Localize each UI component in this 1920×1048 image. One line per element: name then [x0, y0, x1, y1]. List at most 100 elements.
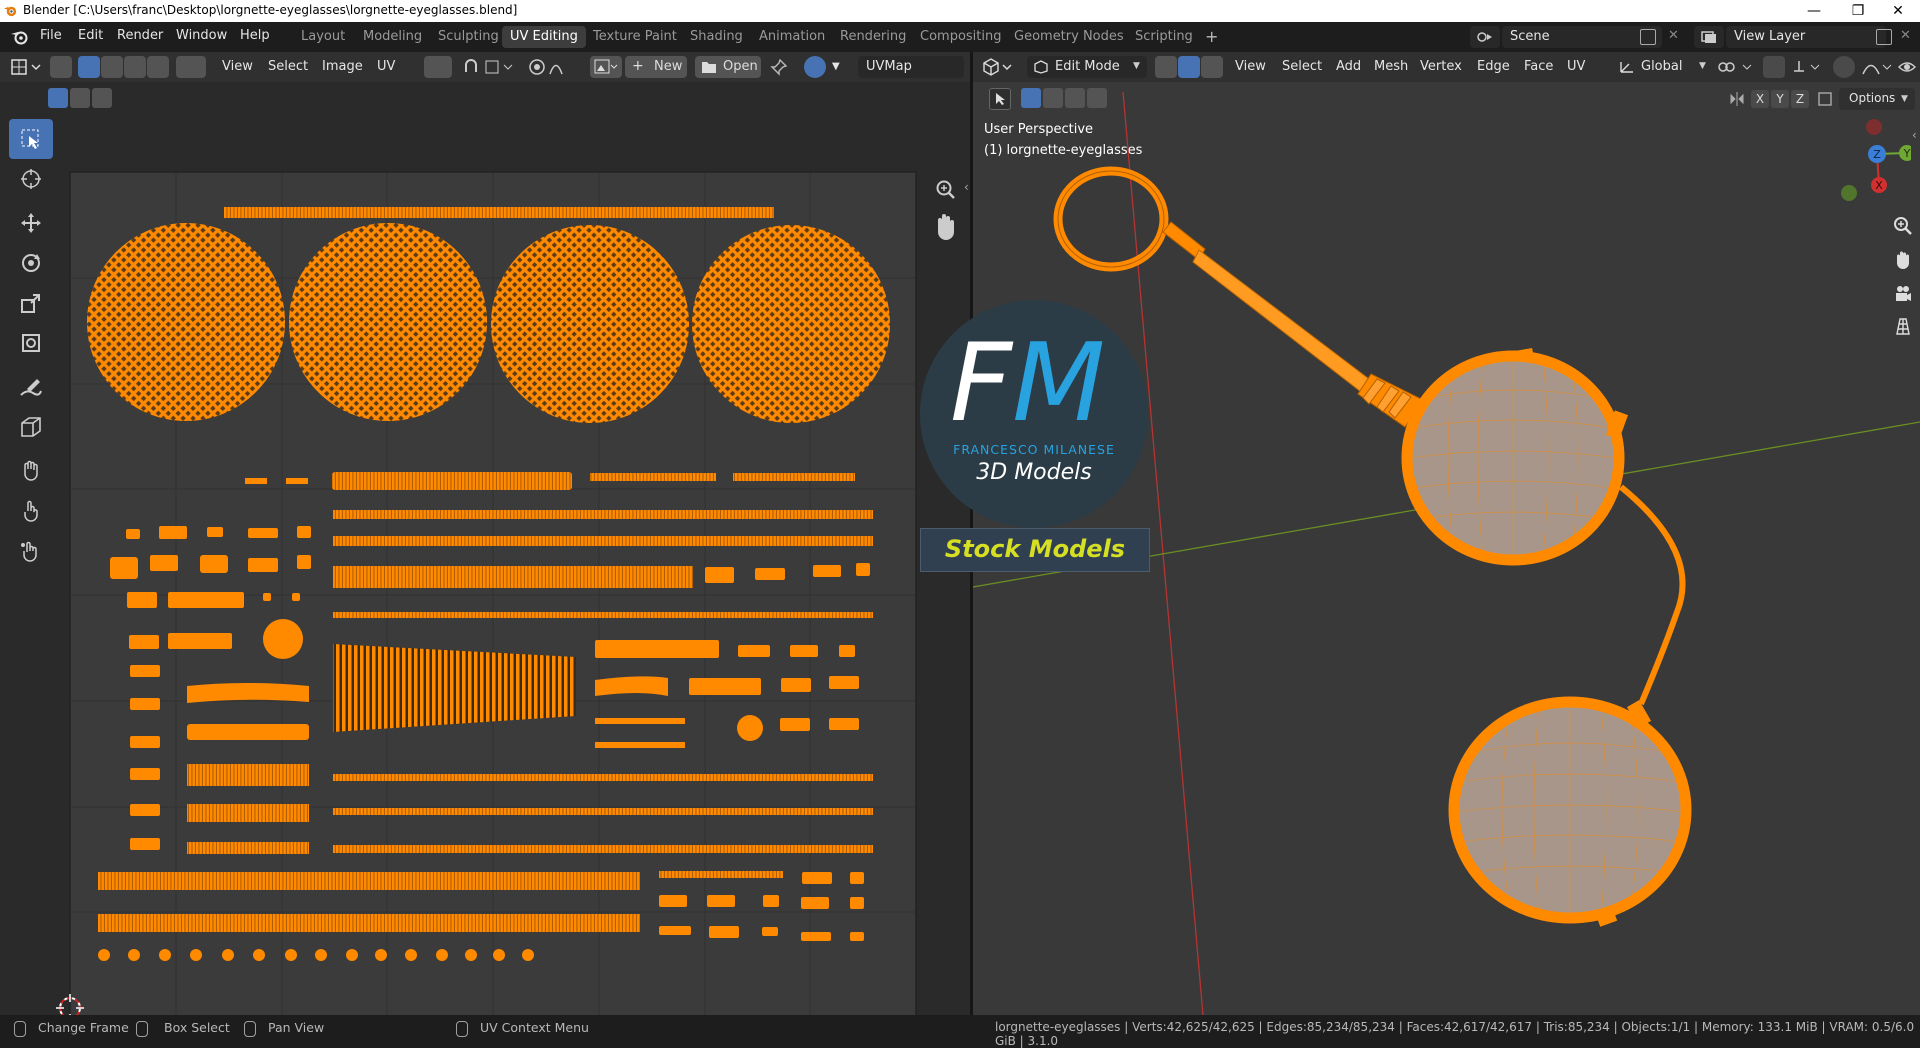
overlays-dropdown-icon[interactable]: ▼ [832, 61, 840, 72]
watermark-band: Stock Models [920, 528, 1150, 572]
scene-icon [1477, 32, 1492, 42]
tab-rendering[interactable]: Rendering [832, 26, 914, 48]
mouse-context-icon [456, 1021, 468, 1037]
3d-snap-toggle[interactable] [1763, 56, 1785, 78]
status-pan-view: Pan View [268, 1020, 325, 1035]
uvmap-field[interactable]: UVMap [858, 56, 964, 78]
falloff-icon[interactable] [1861, 57, 1895, 77]
menu-help[interactable]: Help [240, 28, 270, 43]
menu-render[interactable]: Render [117, 28, 163, 43]
snap-target-icon[interactable] [1791, 57, 1827, 77]
3d-menu-vertex[interactable]: Vertex [1420, 59, 1462, 74]
gizmo-neg-x-icon[interactable] [1866, 119, 1882, 135]
menu-window[interactable]: Window [176, 28, 227, 43]
pivot-icon[interactable] [1715, 57, 1761, 77]
navigation-gizmo[interactable]: Z Y X [1815, 118, 1911, 208]
visibility-icon[interactable] [1897, 57, 1917, 77]
blender-menu-icon[interactable] [10, 29, 28, 45]
pin-icon[interactable] [770, 58, 788, 76]
uv-menu-uv[interactable]: UV [377, 59, 395, 74]
region-toggle-icon[interactable]: ‹ [964, 180, 969, 194]
3d-menu-face[interactable]: Face [1524, 59, 1553, 74]
proportional-editing-icon[interactable] [528, 57, 578, 77]
watermark-tagline: 3D Models [976, 460, 1092, 485]
add-workspace-button[interactable]: + [1197, 26, 1226, 48]
window-titlebar: Blender [C:\Users\franc\Desktop\lorgnett… [0, 0, 1920, 22]
view-layer-browse-button[interactable] [1694, 26, 1724, 48]
lorgnette-small-ring [1053, 166, 1169, 272]
scene-browse-button[interactable] [1470, 26, 1500, 48]
zoom-icon[interactable] [1893, 216, 1913, 236]
new-image-button[interactable]: + New [625, 56, 687, 78]
uv-island-lens-disc [491, 225, 689, 423]
maximize-button[interactable]: ❐ [1836, 0, 1880, 22]
close-button[interactable]: ✕ [1876, 0, 1920, 22]
uv-overlays-button[interactable] [804, 56, 826, 78]
status-bar: Change Frame Box Select Pan View UV Cont… [0, 1015, 1920, 1048]
gizmo-x-label: X [1875, 179, 1883, 192]
uv-menu-view[interactable]: View [222, 59, 253, 74]
perspective-grid-icon[interactable] [1893, 316, 1913, 336]
edit-mode-icon [1034, 60, 1048, 74]
sync-selection-icon[interactable] [50, 56, 72, 78]
mode-label: Edit Mode [1055, 59, 1120, 74]
uv-canvas[interactable]: ‹ [0, 82, 970, 1015]
tab-modeling[interactable]: Modeling [355, 26, 430, 48]
tab-layout[interactable]: Layout [293, 26, 353, 48]
image-browse-button[interactable] [590, 56, 622, 78]
view-layer-field[interactable]: View Layer [1726, 26, 1886, 48]
tab-geometry-nodes[interactable]: Geometry Nodes [1006, 26, 1132, 48]
snap-icon[interactable] [460, 57, 520, 77]
pan-hand-icon[interactable] [1893, 250, 1913, 270]
status-scene-stats: lorgnette-eyeglasses | Verts:42,625/42,6… [995, 1020, 1915, 1048]
tab-compositing[interactable]: Compositing [912, 26, 1010, 48]
viewport-nav-buttons [1889, 216, 1917, 346]
editor-type-icon[interactable] [10, 57, 42, 77]
sidebar-toggle-icon[interactable]: ‹ [1912, 128, 1917, 142]
delete-view-layer-icon[interactable]: ✕ [1900, 28, 1911, 43]
open-image-button[interactable]: Open [695, 56, 761, 78]
3d-menu-edge[interactable]: Edge [1477, 59, 1510, 74]
uv-editor[interactable]: View Select Image UV + New Open ▼ UVMap [0, 52, 970, 1015]
tab-scripting[interactable]: Scripting [1127, 26, 1201, 48]
camera-icon[interactable] [1893, 284, 1913, 304]
3d-menu-view[interactable]: View [1235, 59, 1266, 74]
sticky-selection-dropdown[interactable] [176, 56, 206, 78]
delete-scene-icon[interactable]: ✕ [1668, 28, 1679, 43]
3d-menu-add[interactable]: Add [1336, 59, 1361, 74]
uv-face-select-button[interactable] [124, 56, 146, 78]
pivot-point-dropdown[interactable] [424, 56, 452, 78]
new-scene-icon[interactable] [1640, 29, 1656, 45]
tab-sculpting[interactable]: Sculpting [430, 26, 507, 48]
uv-vertex-select-button[interactable] [78, 56, 100, 78]
minimize-button[interactable]: — [1792, 0, 1836, 22]
3d-viewport-header: Edit Mode ▼ View Select Add Mesh Vertex … [973, 52, 1920, 82]
3d-menu-uv[interactable]: UV [1567, 59, 1585, 74]
3d-proportional-toggle[interactable] [1833, 56, 1855, 78]
transform-orientation-dropdown[interactable]: Global ▼ [1615, 56, 1711, 78]
tab-texture-paint[interactable]: Texture Paint [585, 26, 685, 48]
uv-zoom-icon[interactable] [936, 180, 955, 199]
mode-dropdown[interactable]: Edit Mode ▼ [1027, 56, 1147, 78]
uv-pan-icon[interactable] [938, 214, 954, 240]
gizmo-neg-y-icon[interactable] [1841, 185, 1857, 201]
scene-field[interactable]: Scene [1502, 26, 1662, 48]
tab-shading[interactable]: Shading [682, 26, 751, 48]
vertex-select-mode-button[interactable] [1155, 56, 1177, 78]
face-select-mode-button[interactable] [1201, 56, 1223, 78]
folder-icon [702, 62, 716, 73]
edge-select-mode-button[interactable] [1178, 56, 1200, 78]
menu-edit[interactable]: Edit [78, 28, 103, 43]
3d-menu-select[interactable]: Select [1282, 59, 1322, 74]
menu-file[interactable]: File [40, 28, 62, 43]
tab-uv-editing[interactable]: UV Editing [502, 26, 586, 48]
3d-menu-mesh[interactable]: Mesh [1374, 59, 1408, 74]
3d-editor-type-icon[interactable] [981, 57, 1013, 77]
uv-menu-select[interactable]: Select [268, 59, 308, 74]
tab-animation[interactable]: Animation [751, 26, 833, 48]
new-view-layer-icon[interactable] [1876, 29, 1892, 45]
watermark-logo: FM FRANCESCO MILANESE 3D Models [920, 300, 1148, 528]
uv-edge-select-button[interactable] [101, 56, 123, 78]
uv-island-select-button[interactable] [147, 56, 169, 78]
uv-menu-image[interactable]: Image [322, 59, 363, 74]
